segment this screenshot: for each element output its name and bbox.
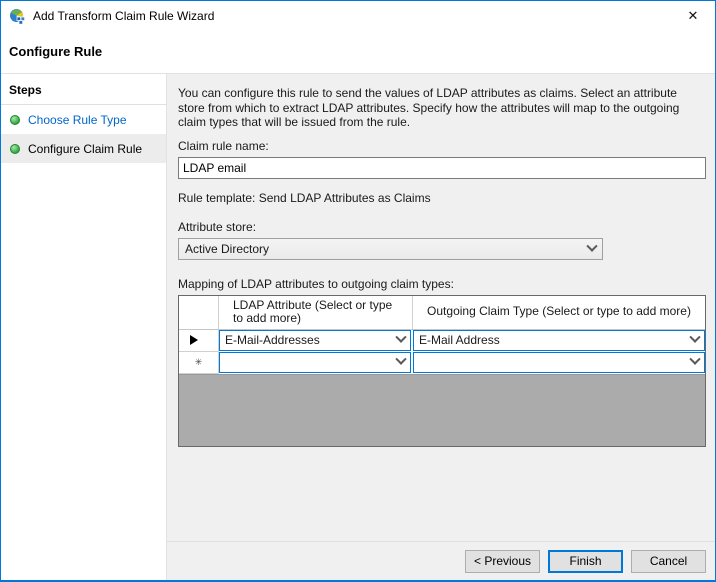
row-selector-cell[interactable] xyxy=(179,330,219,352)
table-row-new: ✳ xyxy=(179,352,705,374)
claim-rule-name-label: Claim rule name: xyxy=(178,139,706,153)
rule-template-text: Rule template: Send LDAP Attributes as C… xyxy=(178,191,706,205)
chevron-down-icon xyxy=(586,240,597,251)
rule-description: You can configure this rule to send the … xyxy=(178,86,706,130)
finish-button[interactable]: Finish xyxy=(548,550,623,573)
chevron-down-icon xyxy=(689,354,700,365)
grid-corner-cell xyxy=(179,296,219,329)
wizard-window: Add Transform Claim Rule Wizard ✕ Config… xyxy=(0,0,716,582)
main-panel: You can configure this rule to send the … xyxy=(167,74,715,580)
column-header-outgoing-claim-type: Outgoing Claim Type (Select or type to a… xyxy=(413,296,705,329)
attribute-store-label: Attribute store: xyxy=(178,220,706,234)
titlebar: Add Transform Claim Rule Wizard ✕ xyxy=(1,1,715,31)
column-header-ldap-attribute: LDAP Attribute (Select or type to add mo… xyxy=(219,296,413,329)
attribute-store-value: Active Directory xyxy=(185,242,588,256)
ldap-attribute-dropdown[interactable]: E-Mail-Addresses xyxy=(219,330,411,351)
app-icon xyxy=(9,8,26,25)
chevron-down-icon xyxy=(689,332,700,343)
row-selector-cell[interactable]: ✳ xyxy=(179,352,219,374)
claim-rule-name-input[interactable] xyxy=(178,157,706,179)
wizard-body: Steps Choose Rule Type Configure Claim R… xyxy=(1,74,715,580)
attribute-store-dropdown[interactable]: Active Directory xyxy=(178,238,603,260)
close-button[interactable]: ✕ xyxy=(679,4,707,28)
step-complete-icon xyxy=(10,115,20,125)
cancel-button[interactable]: Cancel xyxy=(631,550,706,573)
sidebar-item-choose-rule-type[interactable]: Choose Rule Type xyxy=(1,105,166,134)
outgoing-claim-type-dropdown-empty[interactable] xyxy=(413,352,705,373)
current-row-icon xyxy=(190,335,198,345)
outgoing-claim-type-dropdown[interactable]: E-Mail Address xyxy=(413,330,705,351)
steps-sidebar: Steps Choose Rule Type Configure Claim R… xyxy=(1,74,167,580)
step-label: Configure Claim Rule xyxy=(28,142,142,156)
chevron-down-icon xyxy=(395,354,406,365)
page-title: Configure Rule xyxy=(9,44,102,59)
step-complete-icon xyxy=(10,144,20,154)
ldap-attribute-dropdown-empty[interactable] xyxy=(219,352,411,373)
new-row-icon: ✳ xyxy=(195,357,203,368)
steps-heading: Steps xyxy=(1,74,166,105)
close-icon: ✕ xyxy=(688,8,699,24)
footer-button-bar: < Previous Finish Cancel xyxy=(167,541,715,580)
step-label: Choose Rule Type xyxy=(28,113,127,127)
page-header: Configure Rule xyxy=(1,31,715,74)
previous-button[interactable]: < Previous xyxy=(465,550,540,573)
mapping-table-label: Mapping of LDAP attributes to outgoing c… xyxy=(178,277,706,291)
ldap-attribute-value: E-Mail-Addresses xyxy=(225,333,397,347)
chevron-down-icon xyxy=(395,332,406,343)
table-row: E-Mail-Addresses E-Mail Address xyxy=(179,330,705,352)
outgoing-claim-type-value: E-Mail Address xyxy=(419,333,691,347)
sidebar-item-configure-claim-rule[interactable]: Configure Claim Rule xyxy=(1,134,166,163)
grid-empty-area xyxy=(179,374,705,446)
window-title: Add Transform Claim Rule Wizard xyxy=(33,9,214,23)
mapping-grid: LDAP Attribute (Select or type to add mo… xyxy=(178,295,706,447)
grid-header-row: LDAP Attribute (Select or type to add mo… xyxy=(179,296,705,330)
